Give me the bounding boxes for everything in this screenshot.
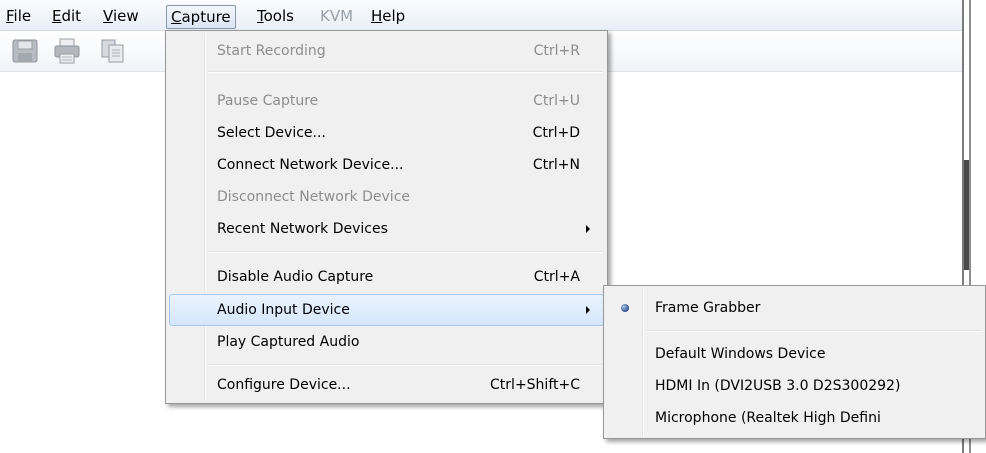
menu-kvm[interactable]: KVM [320, 6, 353, 26]
menu-capture[interactable]: Capture [166, 5, 236, 29]
submenu-arrow-icon [586, 225, 590, 233]
submenu-item-microphone[interactable]: Microphone (Realtek High Defini [607, 402, 983, 434]
menu-item-configure-device[interactable]: Configure Device... Ctrl+Shift+C [169, 369, 604, 401]
menu-edit[interactable]: Edit [52, 6, 81, 26]
menu-item-recent-network-devices[interactable]: Recent Network Devices [169, 213, 604, 245]
menu-separator [208, 71, 602, 73]
submenu-item-frame-grabber[interactable]: Frame Grabber [607, 292, 983, 324]
menu-item-play-captured-audio[interactable]: Play Captured Audio [169, 326, 604, 358]
menu-item-disable-audio-capture[interactable]: Disable Audio Capture Ctrl+A [169, 261, 604, 293]
menu-item-audio-input-device[interactable]: Audio Input Device [169, 294, 604, 326]
submenu-separator [646, 330, 980, 332]
audio-input-submenu: Frame Grabber Default Windows Device HDM… [603, 285, 986, 439]
scroll-thumb[interactable] [964, 160, 969, 270]
submenu-item-default-windows-device[interactable]: Default Windows Device [607, 338, 983, 370]
save-icon[interactable] [10, 37, 40, 65]
print-icon[interactable] [52, 37, 82, 65]
menu-item-pause-capture[interactable]: Pause Capture Ctrl+U [169, 85, 604, 117]
menu-help[interactable]: Help [371, 6, 405, 26]
menu-view[interactable]: View [103, 6, 139, 26]
submenu-arrow-icon [586, 306, 590, 314]
copy-icon[interactable] [98, 37, 128, 65]
menu-separator [208, 251, 602, 253]
menu-file[interactable]: File [6, 6, 31, 26]
menu-item-disconnect-network-device[interactable]: Disconnect Network Device [169, 181, 604, 213]
menu-separator [208, 364, 602, 366]
menu-item-start-recording[interactable]: Start Recording Ctrl+R [169, 35, 604, 67]
menu-tools[interactable]: Tools [257, 6, 294, 26]
menu-item-select-device[interactable]: Select Device... Ctrl+D [169, 117, 604, 149]
menu-bar: File Edit View Capture Tools KVM Help [0, 0, 962, 31]
menu-item-connect-network-device[interactable]: Connect Network Device... Ctrl+N [169, 149, 604, 181]
radio-selected-icon [621, 304, 629, 312]
capture-menu: Start Recording Ctrl+R Pause Capture Ctr… [165, 30, 608, 404]
submenu-item-hdmi-in[interactable]: HDMI In (DVI2USB 3.0 D2S300292) [607, 370, 983, 402]
